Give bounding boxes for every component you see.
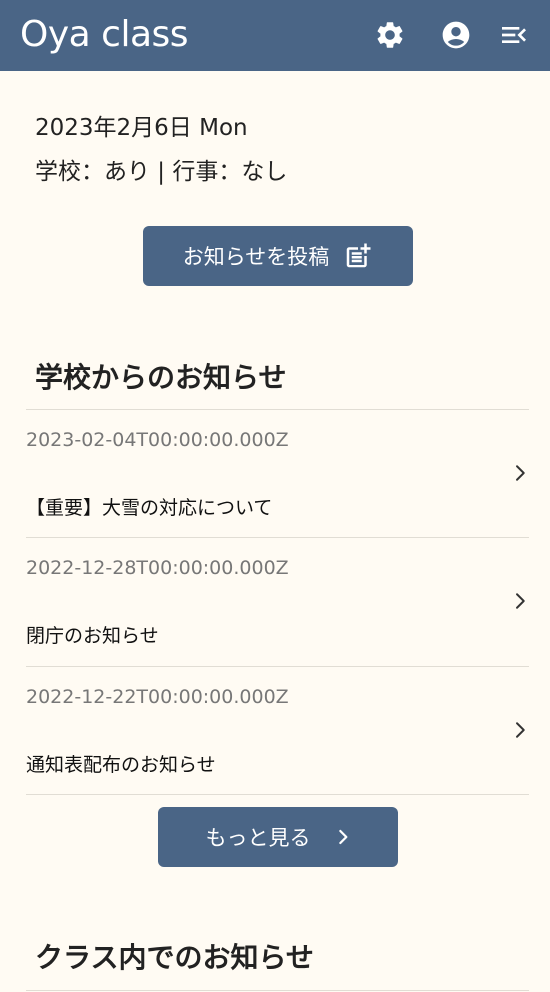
notice-item[interactable]: 2023-02-04T00:00:00.000Z 【重要】大雪の対応について xyxy=(26,409,529,537)
post-add-icon xyxy=(347,243,371,268)
notice-title: 閉庁のお知らせ xyxy=(26,625,159,647)
app-title[interactable]: Oya class xyxy=(20,13,189,57)
school-notices-heading: 学校からのお知らせ xyxy=(35,361,287,394)
today-status: 学校：あり | 行事：なし xyxy=(35,159,288,185)
gear-icon[interactable] xyxy=(374,19,406,51)
notice-date: 2022-12-22T00:00:00.000Z xyxy=(26,686,289,708)
notice-date: 2022-12-28T00:00:00.000Z xyxy=(26,557,289,579)
post-notice-button-label: お知らせを投稿 xyxy=(182,245,330,269)
notice-item[interactable]: 2022-12-28T00:00:00.000Z 閉庁のお知らせ xyxy=(26,537,529,665)
post-notice-button[interactable]: お知らせを投稿 xyxy=(143,226,413,286)
menu-collapse-icon[interactable] xyxy=(498,19,530,51)
notice-date: 2023-02-04T00:00:00.000Z xyxy=(26,429,289,451)
divider xyxy=(26,794,529,795)
account-circle-icon[interactable] xyxy=(440,19,472,51)
see-more-button[interactable]: もっと見る xyxy=(158,807,398,867)
chevron-right-icon xyxy=(516,593,525,609)
notice-item[interactable]: 2022-12-22T00:00:00.000Z 通知表配布のお知らせ xyxy=(26,666,529,794)
today-date: 2023年2月6日 Mon xyxy=(35,115,248,141)
class-notices-heading: クラス内でのお知らせ xyxy=(35,941,314,974)
chevron-right-icon xyxy=(338,829,347,845)
notice-title: 【重要】大雪の対応について xyxy=(26,497,273,519)
notice-title: 通知表配布のお知らせ xyxy=(26,754,216,776)
chevron-right-icon xyxy=(516,465,525,481)
chevron-right-icon xyxy=(516,722,525,738)
divider xyxy=(26,990,529,991)
app-header: Oya class xyxy=(0,0,550,71)
see-more-button-label: もっと見る xyxy=(205,826,311,850)
